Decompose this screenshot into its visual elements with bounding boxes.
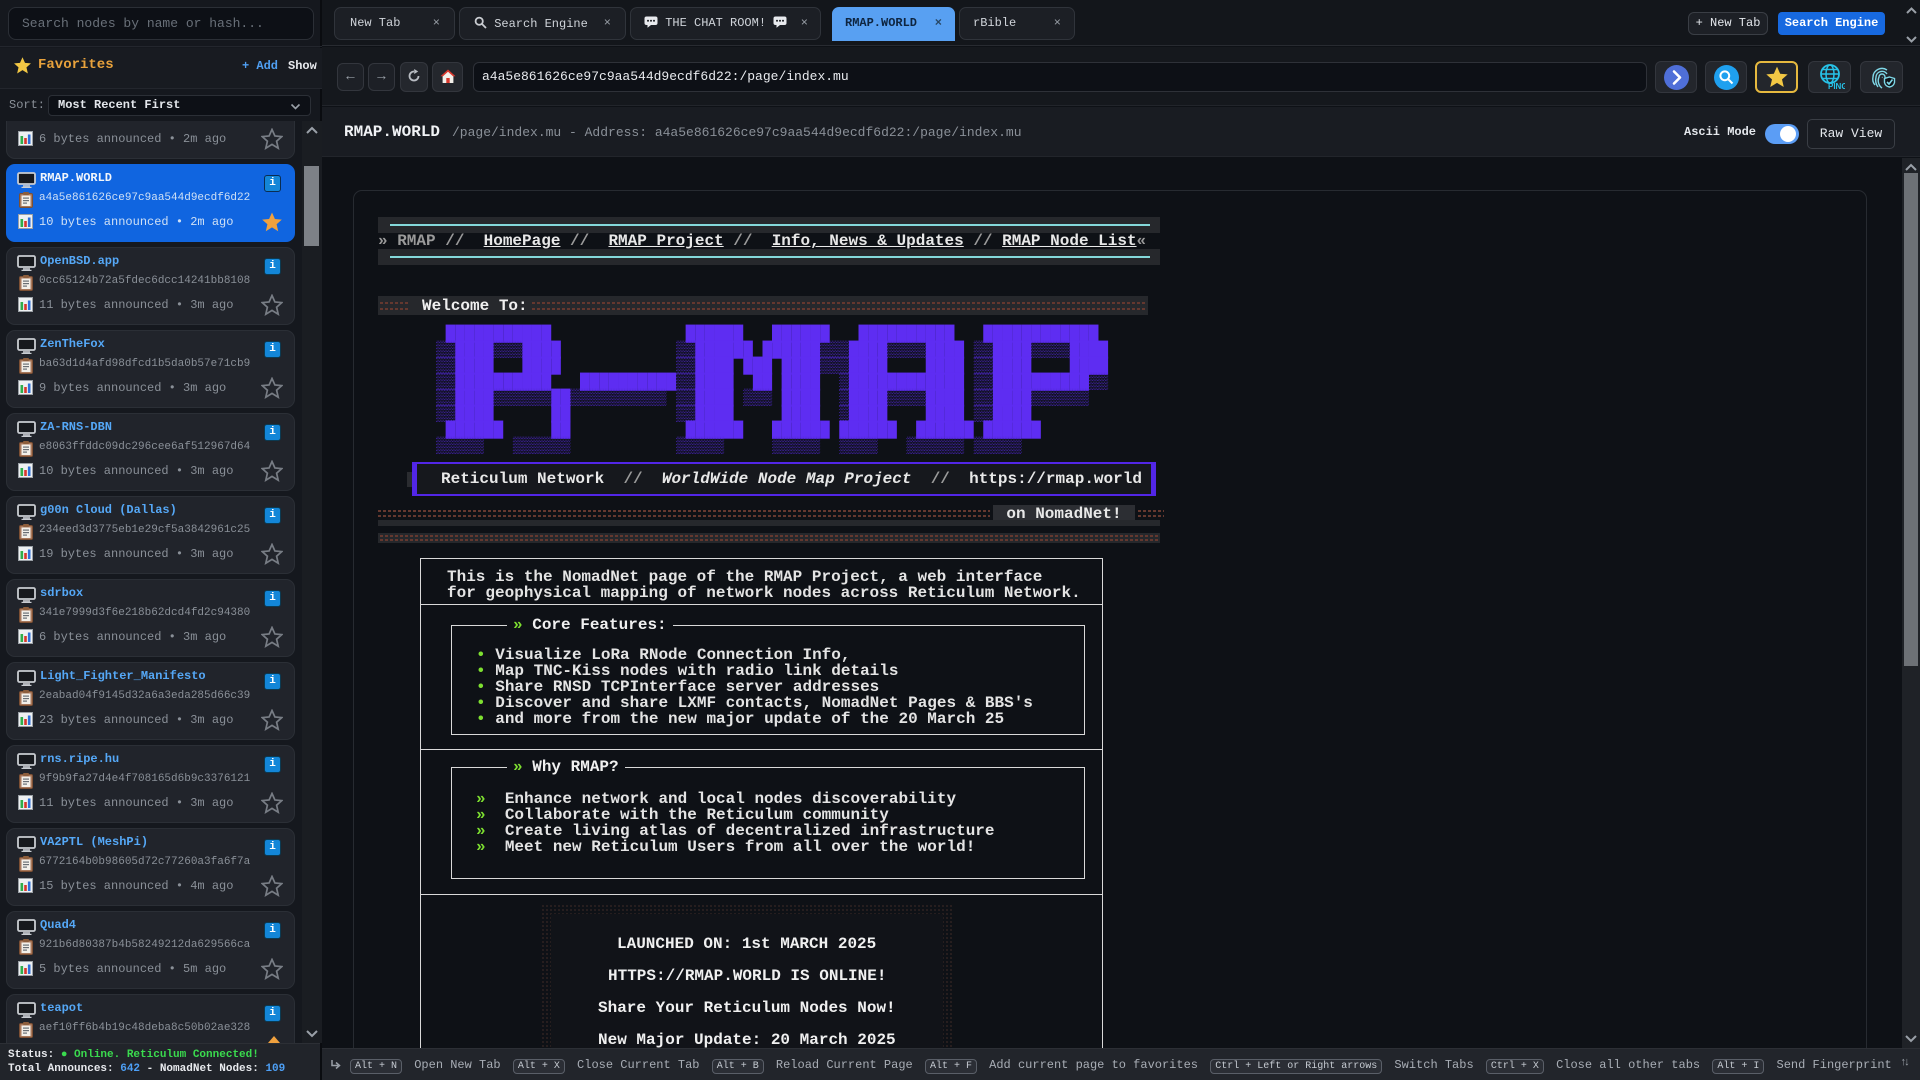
svg-text:PING: PING (1828, 82, 1845, 91)
